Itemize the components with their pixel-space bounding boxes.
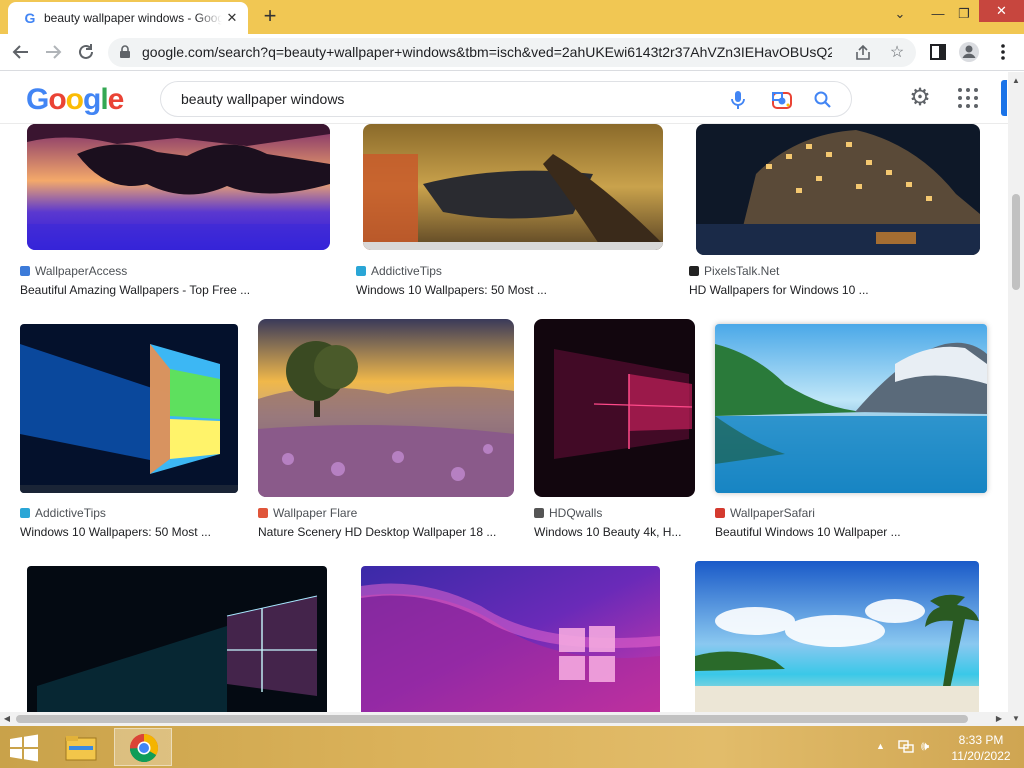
browser-tab-active[interactable]: G beauty wallpaper windows - Google Sear…	[8, 2, 248, 34]
result-source[interactable]: AddictiveTips	[20, 506, 106, 520]
source-favicon-icon	[20, 266, 30, 276]
back-arrow-icon[interactable]	[8, 39, 34, 65]
result-source[interactable]: Wallpaper Flare	[258, 506, 357, 520]
source-favicon-icon	[689, 266, 699, 276]
tab-title: beauty wallpaper windows - Google Search	[44, 11, 222, 25]
vertical-scrollbar[interactable]: ▲ ▼	[1008, 72, 1024, 726]
clock-date: 11/20/2022	[951, 749, 1011, 763]
profile-avatar-icon[interactable]	[956, 39, 982, 65]
result-source[interactable]: WallpaperSafari	[715, 506, 815, 520]
side-panel-icon[interactable]	[925, 39, 951, 65]
result-image[interactable]	[361, 566, 660, 712]
reload-icon[interactable]	[73, 39, 99, 65]
scroll-down-arrow-icon[interactable]: ▼	[1008, 712, 1024, 726]
browser-toolbar: google.com/search?q=beauty+wallpaper+win…	[0, 34, 1024, 71]
windows-start-icon[interactable]	[6, 732, 42, 764]
source-favicon-icon	[258, 508, 268, 518]
result-source[interactable]: HDQwalls	[534, 506, 602, 520]
clock-time: 8:33 PM	[958, 733, 1004, 747]
result-title[interactable]: HD Wallpapers for Windows 10 ...	[689, 283, 989, 297]
chrome-taskbar-icon[interactable]	[114, 728, 172, 766]
result-image[interactable]	[258, 319, 514, 497]
restore-button[interactable]: ❐	[944, 0, 984, 30]
volume-icon[interactable]: 🕪	[921, 738, 929, 754]
browser-title-bar: G beauty wallpaper windows - Google Sear…	[0, 0, 1024, 34]
result-source[interactable]: PixelsTalk.Net	[689, 264, 779, 278]
tab-search-button[interactable]: ⌄	[880, 0, 920, 30]
google-header: Google beauty wallpaper windows ⚙	[0, 72, 1008, 124]
forward-arrow-icon[interactable]	[40, 39, 66, 65]
file-explorer-icon[interactable]	[60, 730, 102, 766]
google-favicon-icon: G	[24, 10, 36, 26]
scroll-left-arrow-icon[interactable]: ◀	[0, 712, 14, 726]
share-icon[interactable]	[854, 44, 872, 62]
windows-taskbar: ▲ 🕪 8:33 PM 11/20/2022	[0, 726, 1024, 768]
scroll-up-arrow-icon[interactable]: ▲	[1008, 74, 1024, 88]
horizontal-scrollbar[interactable]: ◀ ▶	[0, 712, 1008, 726]
account-avatar[interactable]	[1001, 80, 1007, 116]
source-favicon-icon	[534, 508, 544, 518]
search-icon[interactable]	[813, 90, 833, 110]
close-window-button[interactable]: ✕	[979, 0, 1024, 22]
result-source[interactable]: AddictiveTips	[356, 264, 442, 278]
result-image[interactable]	[715, 324, 987, 493]
result-title[interactable]: Beautiful Windows 10 Wallpaper ...	[715, 525, 987, 539]
result-title[interactable]: Windows 10 Wallpapers: 50 Most ...	[20, 525, 235, 539]
result-title[interactable]: Windows 10 Beauty 4k, H...	[534, 525, 692, 539]
browser-menu-icon[interactable]	[990, 39, 1016, 65]
result-title[interactable]: Nature Scenery HD Desktop Wallpaper 18 .…	[258, 525, 510, 539]
result-title[interactable]: Windows 10 Wallpapers: 50 Most ...	[356, 283, 656, 297]
result-image[interactable]	[696, 124, 980, 255]
source-favicon-icon	[20, 508, 30, 518]
result-image[interactable]	[695, 561, 979, 712]
lock-icon[interactable]	[118, 45, 132, 59]
google-apps-icon[interactable]	[956, 86, 980, 110]
search-query-text[interactable]: beauty wallpaper windows	[181, 91, 344, 108]
bookmark-star-icon[interactable]: ☆	[888, 42, 906, 62]
microphone-icon[interactable]	[729, 90, 747, 110]
google-logo[interactable]: Google	[26, 84, 124, 116]
horizontal-scroll-thumb[interactable]	[16, 715, 968, 723]
result-source[interactable]: WallpaperAccess	[20, 264, 127, 278]
tab-close-icon[interactable]: ✕	[224, 10, 240, 26]
result-image[interactable]	[363, 124, 663, 250]
network-icon[interactable]	[898, 738, 914, 758]
source-favicon-icon	[356, 266, 366, 276]
result-image[interactable]	[27, 566, 327, 712]
scroll-right-arrow-icon[interactable]: ▶	[992, 712, 1006, 726]
tray-expand-icon[interactable]: ▲	[876, 738, 885, 754]
new-tab-button[interactable]: +	[258, 5, 282, 29]
google-lens-icon[interactable]	[771, 90, 793, 110]
system-clock[interactable]: 8:33 PM 11/20/2022	[945, 732, 1017, 764]
result-title[interactable]: Beautiful Amazing Wallpapers - Top Free …	[20, 283, 320, 297]
vertical-scroll-thumb[interactable]	[1012, 194, 1020, 290]
address-bar[interactable]: google.com/search?q=beauty+wallpaper+win…	[108, 38, 916, 67]
result-image[interactable]	[27, 124, 330, 250]
source-favicon-icon	[715, 508, 725, 518]
result-image[interactable]	[20, 324, 238, 493]
url-text[interactable]: google.com/search?q=beauty+wallpaper+win…	[142, 44, 832, 61]
search-input[interactable]: beauty wallpaper windows	[160, 81, 852, 117]
result-image[interactable]	[534, 319, 695, 497]
image-results-grid: WallpaperAccess Beautiful Amazing Wallpa…	[0, 124, 1008, 712]
settings-gear-icon[interactable]: ⚙	[906, 84, 934, 112]
